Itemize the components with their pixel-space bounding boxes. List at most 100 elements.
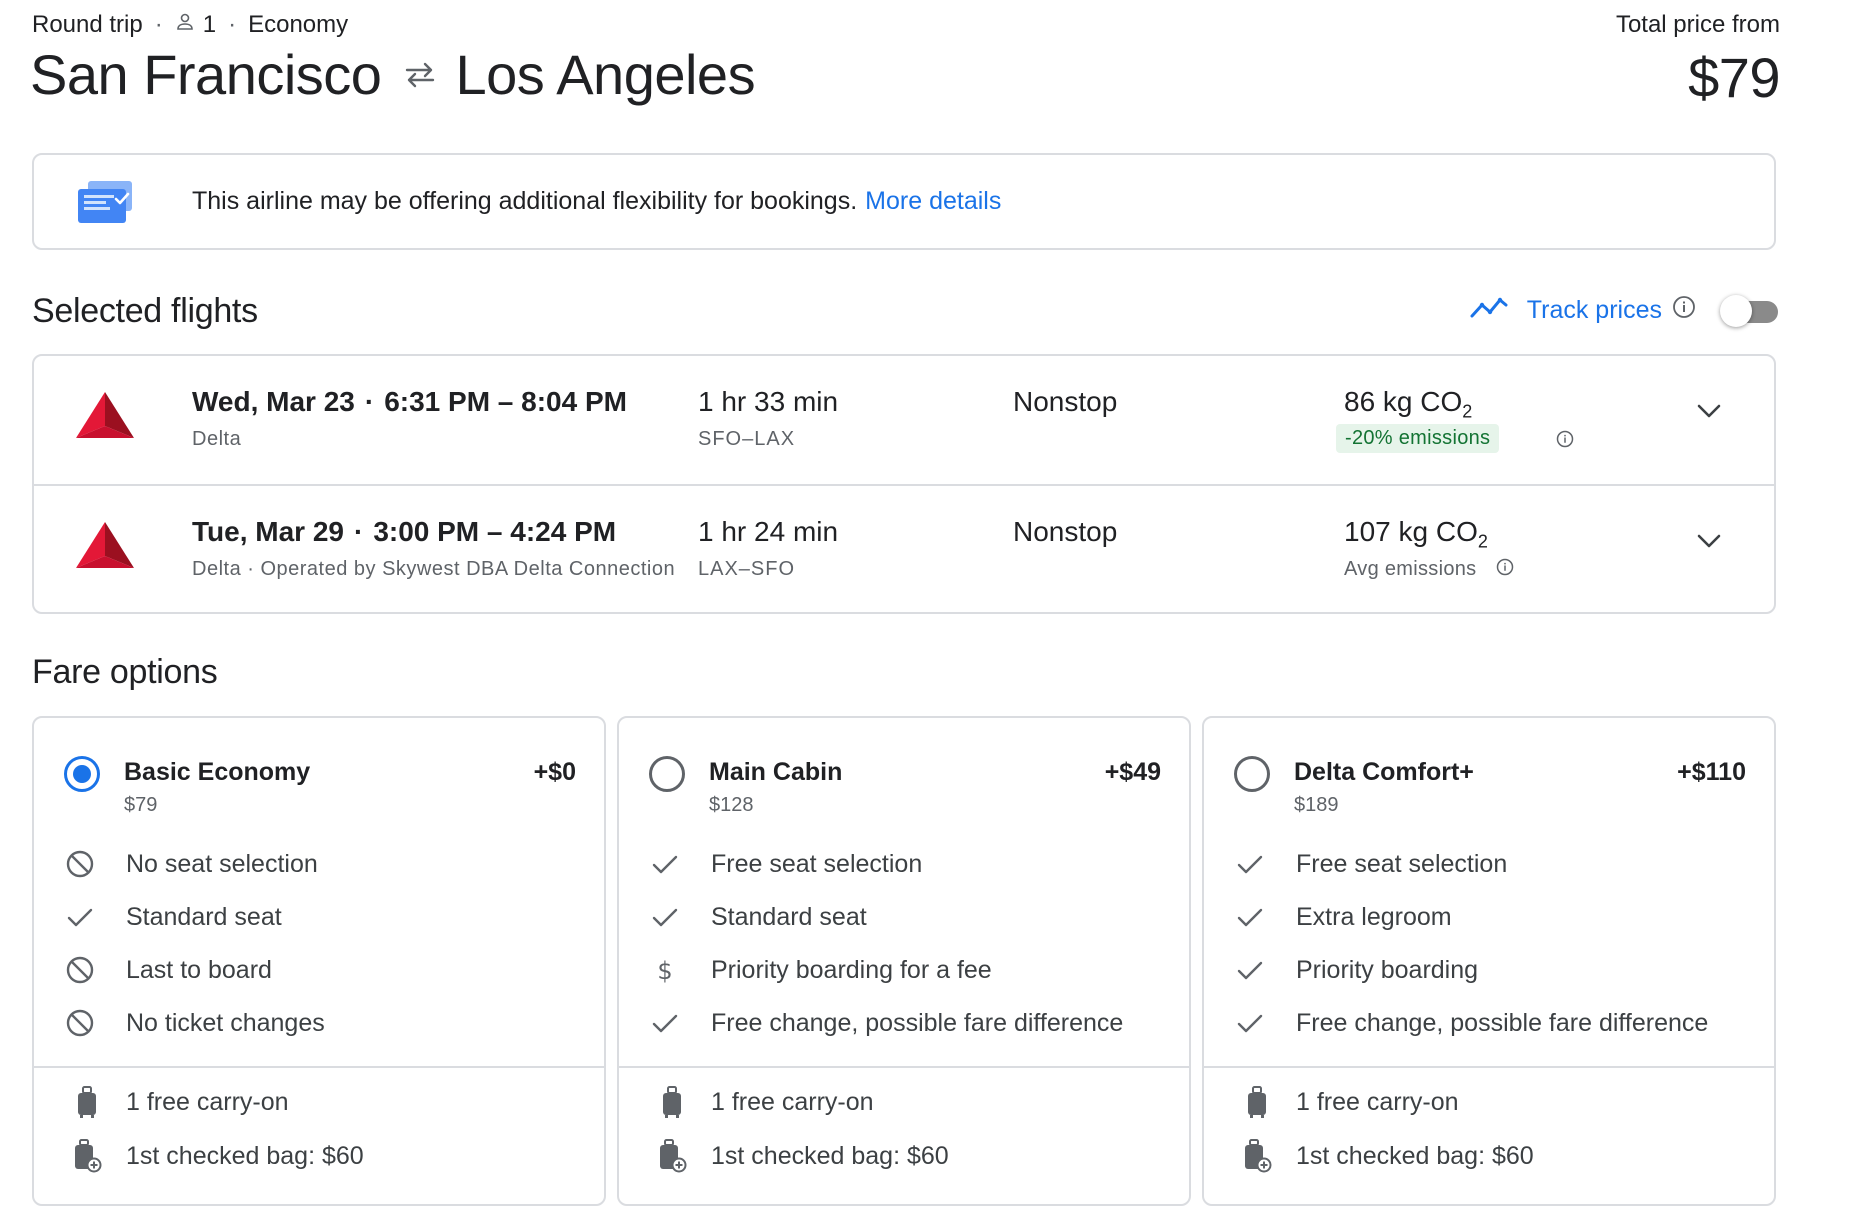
flight-stops: Nonstop bbox=[1013, 516, 1118, 547]
flight-date-times: Tue, Mar 29 · 3:00 PM – 4:24 PM bbox=[192, 516, 616, 548]
co2-amount: 107 kg CO2 bbox=[1344, 516, 1488, 553]
total-price-label: Total price from bbox=[1615, 11, 1780, 38]
airline-name: Delta bbox=[192, 428, 242, 450]
fare-feature-text: No ticket changes bbox=[126, 1008, 325, 1037]
co2-subscript: 2 bbox=[1477, 531, 1488, 552]
fare-card-basic-economy[interactable]: Basic Economy $79 +$0 No seat selection … bbox=[32, 716, 606, 1206]
flight-airports: SFO–LAX bbox=[698, 428, 796, 450]
divider bbox=[619, 1066, 1189, 1068]
track-prices-label[interactable]: Track prices bbox=[1527, 296, 1662, 325]
fare-feature-text: Last to board bbox=[126, 955, 272, 984]
flight-duration: 1 hr 33 min bbox=[698, 386, 839, 417]
fare-options: Basic Economy $79 +$0 No seat selection … bbox=[32, 716, 1776, 1206]
fare-feature-text: Standard seat bbox=[126, 902, 282, 931]
toggle-knob bbox=[1720, 294, 1752, 327]
flight-duration: 1 hr 24 min bbox=[698, 516, 839, 547]
total-price-amount: $79 bbox=[1688, 46, 1780, 109]
carry-on-bag-icon bbox=[655, 1084, 689, 1120]
more-details-link[interactable]: More details bbox=[865, 187, 1001, 215]
chevron-down-icon[interactable] bbox=[1696, 532, 1722, 550]
fare-feature-text: Extra legroom bbox=[1296, 902, 1452, 931]
fare-feature: Standard seat bbox=[64, 901, 282, 933]
fare-feature: Free seat selection bbox=[1234, 848, 1507, 880]
fare-feature: Extra legroom bbox=[1234, 901, 1452, 933]
info-icon[interactable] bbox=[1556, 430, 1574, 448]
fare-price-difference: +$49 bbox=[1104, 758, 1161, 786]
track-prices-toggle[interactable] bbox=[1720, 294, 1778, 327]
bag-allowance: 1 free carry-on bbox=[655, 1084, 874, 1120]
fare-price: $128 bbox=[709, 794, 754, 816]
fare-feature-text: Standard seat bbox=[711, 902, 867, 931]
flight-row[interactable]: Wed, Mar 23 · 6:31 PM – 8:04 PM Delta 1 hr… bbox=[34, 356, 1774, 484]
fare-price-difference: +$110 bbox=[1677, 758, 1746, 786]
info-icon[interactable] bbox=[1496, 558, 1514, 576]
fare-options-heading: Fare options bbox=[32, 653, 218, 691]
total-price: Total price from $79 bbox=[1615, 11, 1781, 110]
no-icon bbox=[64, 954, 96, 986]
selected-flights-heading: Selected flights bbox=[32, 292, 258, 330]
fare-radio[interactable] bbox=[1234, 756, 1270, 792]
fare-name: Main Cabin bbox=[709, 758, 843, 786]
fare-feature-text: Free seat selection bbox=[1296, 849, 1508, 878]
checked-bag-icon bbox=[70, 1138, 104, 1174]
bag-text: 1st checked bag: $60 bbox=[1296, 1141, 1534, 1170]
svg-text:$: $ bbox=[657, 957, 672, 985]
co2-value: 107 kg CO bbox=[1344, 516, 1478, 547]
flight-times: 3:00 PM – 4:24 PM bbox=[373, 516, 617, 547]
delta-logo-icon bbox=[74, 390, 136, 447]
fare-feature: Free change, possible fare difference bbox=[1234, 1007, 1708, 1039]
carry-on-bag-icon bbox=[70, 1084, 104, 1120]
info-icon[interactable] bbox=[1672, 295, 1696, 326]
emissions-badge: -20% emissions bbox=[1336, 424, 1500, 453]
separator-dot: · bbox=[228, 11, 237, 38]
fare-card-main-cabin[interactable]: Main Cabin $128 +$49 Free seat selection… bbox=[617, 716, 1191, 1206]
fare-feature-text: No seat selection bbox=[126, 849, 318, 878]
route-title: San Francisco Los Angeles bbox=[30, 42, 756, 107]
fare-feature-text: Free seat selection bbox=[711, 849, 923, 878]
checked-bag-icon bbox=[1240, 1138, 1274, 1174]
co2-amount: 86 kg CO2 bbox=[1344, 386, 1472, 423]
bag-allowance: 1st checked bag: $60 bbox=[1240, 1138, 1534, 1174]
delta-logo-icon bbox=[74, 520, 136, 577]
trend-line-icon bbox=[1469, 294, 1509, 327]
fare-card-delta-comfort-plus[interactable]: Delta Comfort+ $189 +$110 Free seat sele… bbox=[1202, 716, 1776, 1206]
fare-feature: No ticket changes bbox=[64, 1007, 325, 1039]
separator-dot: · bbox=[353, 516, 364, 547]
chevron-down-icon[interactable] bbox=[1696, 402, 1722, 420]
bag-text: 1st checked bag: $60 bbox=[126, 1141, 364, 1170]
fare-radio[interactable] bbox=[649, 756, 685, 792]
fare-radio[interactable] bbox=[64, 756, 100, 792]
flight-date: Tue, Mar 29 bbox=[192, 516, 344, 547]
trip-summary: Round trip · 1 · Economy bbox=[32, 11, 348, 39]
fare-feature-text: Priority boarding for a fee bbox=[711, 955, 992, 984]
bag-text: 1 free carry-on bbox=[1296, 1087, 1459, 1116]
check-icon bbox=[649, 848, 681, 880]
bag-allowance: 1st checked bag: $60 bbox=[655, 1138, 949, 1174]
divider bbox=[1204, 1066, 1774, 1068]
flight-stops: Nonstop bbox=[1013, 386, 1118, 417]
notice-message: This airline may be offering additional … bbox=[192, 187, 858, 215]
separator-dot: · bbox=[154, 11, 163, 38]
check-icon bbox=[649, 1007, 681, 1039]
emissions-label: Avg emissions bbox=[1344, 558, 1476, 581]
flight-row[interactable]: Tue, Mar 29 · 3:00 PM – 4:24 PM Delta · Op… bbox=[34, 484, 1774, 614]
no-icon bbox=[64, 1007, 96, 1039]
fare-feature-text: Priority boarding bbox=[1296, 955, 1479, 984]
selected-flights-card: Wed, Mar 23 · 6:31 PM – 8:04 PM Delta 1 hr… bbox=[32, 354, 1776, 614]
co2-subscript: 2 bbox=[1462, 401, 1473, 422]
check-icon bbox=[1234, 901, 1266, 933]
check-icon bbox=[649, 901, 681, 933]
fare-price-difference: +$0 bbox=[533, 758, 576, 786]
divider bbox=[34, 1066, 604, 1068]
destination-city: Los Angeles bbox=[455, 43, 756, 106]
flight-date: Wed, Mar 23 bbox=[192, 386, 355, 417]
fare-feature: Priority boarding bbox=[1234, 954, 1478, 986]
flight-details-page: Round trip · 1 · Economy San Francisco L… bbox=[0, 0, 1870, 1214]
person-icon bbox=[175, 11, 203, 39]
check-icon bbox=[1234, 954, 1266, 986]
flight-times: 6:31 PM – 8:04 PM bbox=[384, 386, 627, 417]
airline-name: Delta · Operated by Skywest DBA Delta Co… bbox=[192, 558, 676, 580]
emissions-text: Avg emissions bbox=[1344, 558, 1477, 580]
bag-text: 1 free carry-on bbox=[711, 1087, 874, 1116]
origin-city: San Francisco bbox=[30, 43, 382, 106]
